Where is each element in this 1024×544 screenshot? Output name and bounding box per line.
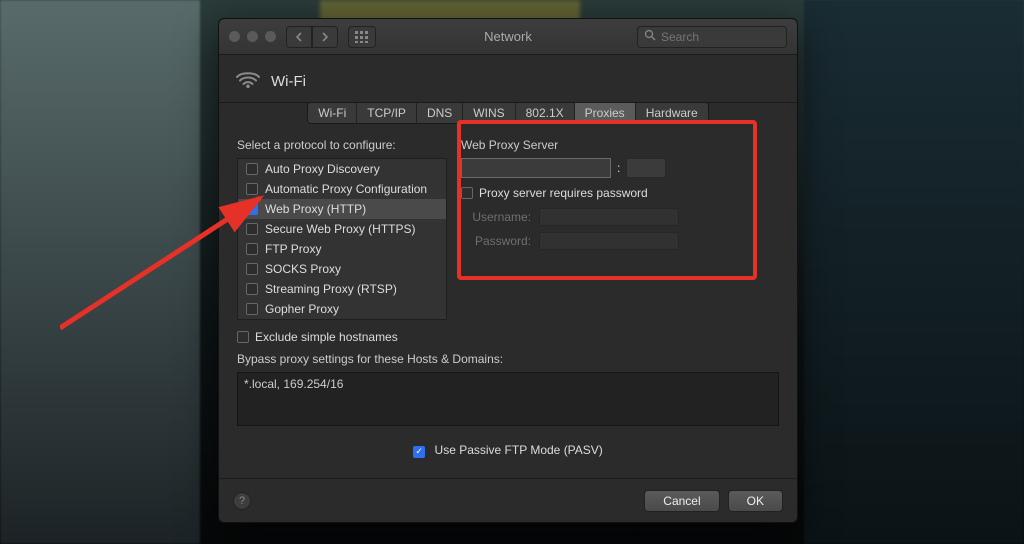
tab-dns[interactable]: DNS	[417, 103, 463, 123]
requires-password-label: Proxy server requires password	[479, 186, 648, 200]
username-label: Username:	[461, 210, 531, 224]
tab-8021x[interactable]: 802.1X	[516, 103, 575, 123]
connection-name: Wi-Fi	[271, 73, 306, 90]
list-item[interactable]: Auto Proxy Discovery	[238, 159, 446, 179]
tabbar: Wi-Fi TCP/IP DNS WINS 802.1X Proxies Har…	[307, 102, 708, 124]
bypass-textarea[interactable]	[237, 372, 779, 426]
list-item-label: Gopher Proxy	[265, 302, 339, 316]
search-icon	[644, 29, 656, 44]
exclude-simple-label: Exclude simple hostnames	[255, 330, 398, 344]
list-item[interactable]: Secure Web Proxy (HTTPS)	[238, 219, 446, 239]
list-item-label: Automatic Proxy Configuration	[265, 182, 427, 196]
background-right	[804, 0, 1024, 544]
pasv-label: Use Passive FTP Mode (PASV)	[435, 443, 603, 457]
password-label: Password:	[461, 234, 531, 248]
tabs: Wi-Fi TCP/IP DNS WINS 802.1X Proxies Har…	[219, 102, 797, 124]
zoom-window-icon[interactable]	[265, 31, 276, 42]
tab-wins[interactable]: WINS	[463, 103, 515, 123]
password-input[interactable]	[539, 232, 679, 250]
list-item[interactable]: Automatic Proxy Configuration	[238, 179, 446, 199]
tab-wifi[interactable]: Wi-Fi	[308, 103, 357, 123]
tab-proxies[interactable]: Proxies	[575, 103, 636, 123]
forward-button[interactable]	[312, 26, 338, 48]
list-item-label: Streaming Proxy (RTSP)	[265, 282, 397, 296]
checkbox-icon[interactable]	[246, 303, 258, 315]
checkbox-icon[interactable]	[246, 163, 258, 175]
checkbox-icon[interactable]	[246, 263, 258, 275]
help-button[interactable]: ?	[233, 492, 251, 510]
checkbox-icon[interactable]	[246, 223, 258, 235]
list-item[interactable]: Gopher Proxy	[238, 299, 446, 319]
chevron-left-icon	[295, 32, 303, 42]
select-protocol-label: Select a protocol to configure:	[237, 138, 447, 152]
list-item-label: Auto Proxy Discovery	[265, 162, 380, 176]
checkbox-icon[interactable]	[246, 243, 258, 255]
cancel-button[interactable]: Cancel	[644, 490, 719, 512]
titlebar: Network	[219, 19, 797, 55]
checkbox-icon[interactable]	[246, 183, 258, 195]
tab-tcpip[interactable]: TCP/IP	[357, 103, 417, 123]
nav-buttons	[286, 26, 338, 48]
server-port-separator: :	[617, 161, 620, 175]
list-item-label: FTP Proxy	[265, 242, 321, 256]
close-window-icon[interactable]	[229, 31, 240, 42]
requires-password-checkbox[interactable]	[461, 187, 473, 199]
chevron-right-icon	[321, 32, 329, 42]
preferences-window: Network Wi-Fi Wi-Fi TCP/IP DNS WINS 802.…	[218, 18, 798, 523]
proxy-port-input[interactable]	[626, 158, 666, 178]
search-field-wrap[interactable]	[637, 26, 787, 48]
bypass-label: Bypass proxy settings for these Hosts & …	[237, 352, 779, 366]
list-item[interactable]: Streaming Proxy (RTSP)	[238, 279, 446, 299]
list-item[interactable]: SOCKS Proxy	[238, 259, 446, 279]
exclude-simple-checkbox[interactable]	[237, 331, 249, 343]
ok-button[interactable]: OK	[728, 490, 783, 512]
connection-header: Wi-Fi	[219, 55, 797, 103]
minimize-window-icon[interactable]	[247, 31, 258, 42]
show-all-button[interactable]	[348, 26, 376, 48]
username-input[interactable]	[539, 208, 679, 226]
list-item[interactable]: FTP Proxy	[238, 239, 446, 259]
web-proxy-server-label: Web Proxy Server	[461, 138, 779, 152]
checkbox-icon[interactable]	[246, 283, 258, 295]
list-item[interactable]: ✓ Web Proxy (HTTP)	[238, 199, 446, 219]
background-left	[0, 0, 200, 544]
list-item-label: SOCKS Proxy	[265, 262, 341, 276]
search-input[interactable]	[661, 30, 816, 44]
list-item-label: Web Proxy (HTTP)	[265, 202, 366, 216]
window-controls	[229, 31, 276, 42]
list-item-label: Secure Web Proxy (HTTPS)	[265, 222, 415, 236]
wifi-icon	[235, 69, 261, 92]
checkbox-icon[interactable]: ✓	[246, 203, 258, 215]
content-area: Select a protocol to configure: Auto Pro…	[219, 124, 797, 522]
protocol-list: Auto Proxy Discovery Automatic Proxy Con…	[237, 158, 447, 320]
pasv-checkbox[interactable]: ✓	[413, 446, 425, 458]
back-button[interactable]	[286, 26, 312, 48]
tab-hardware[interactable]: Hardware	[636, 103, 708, 123]
footer: ? Cancel OK	[219, 478, 797, 522]
proxy-server-input[interactable]	[461, 158, 611, 178]
grid-icon	[355, 31, 369, 43]
